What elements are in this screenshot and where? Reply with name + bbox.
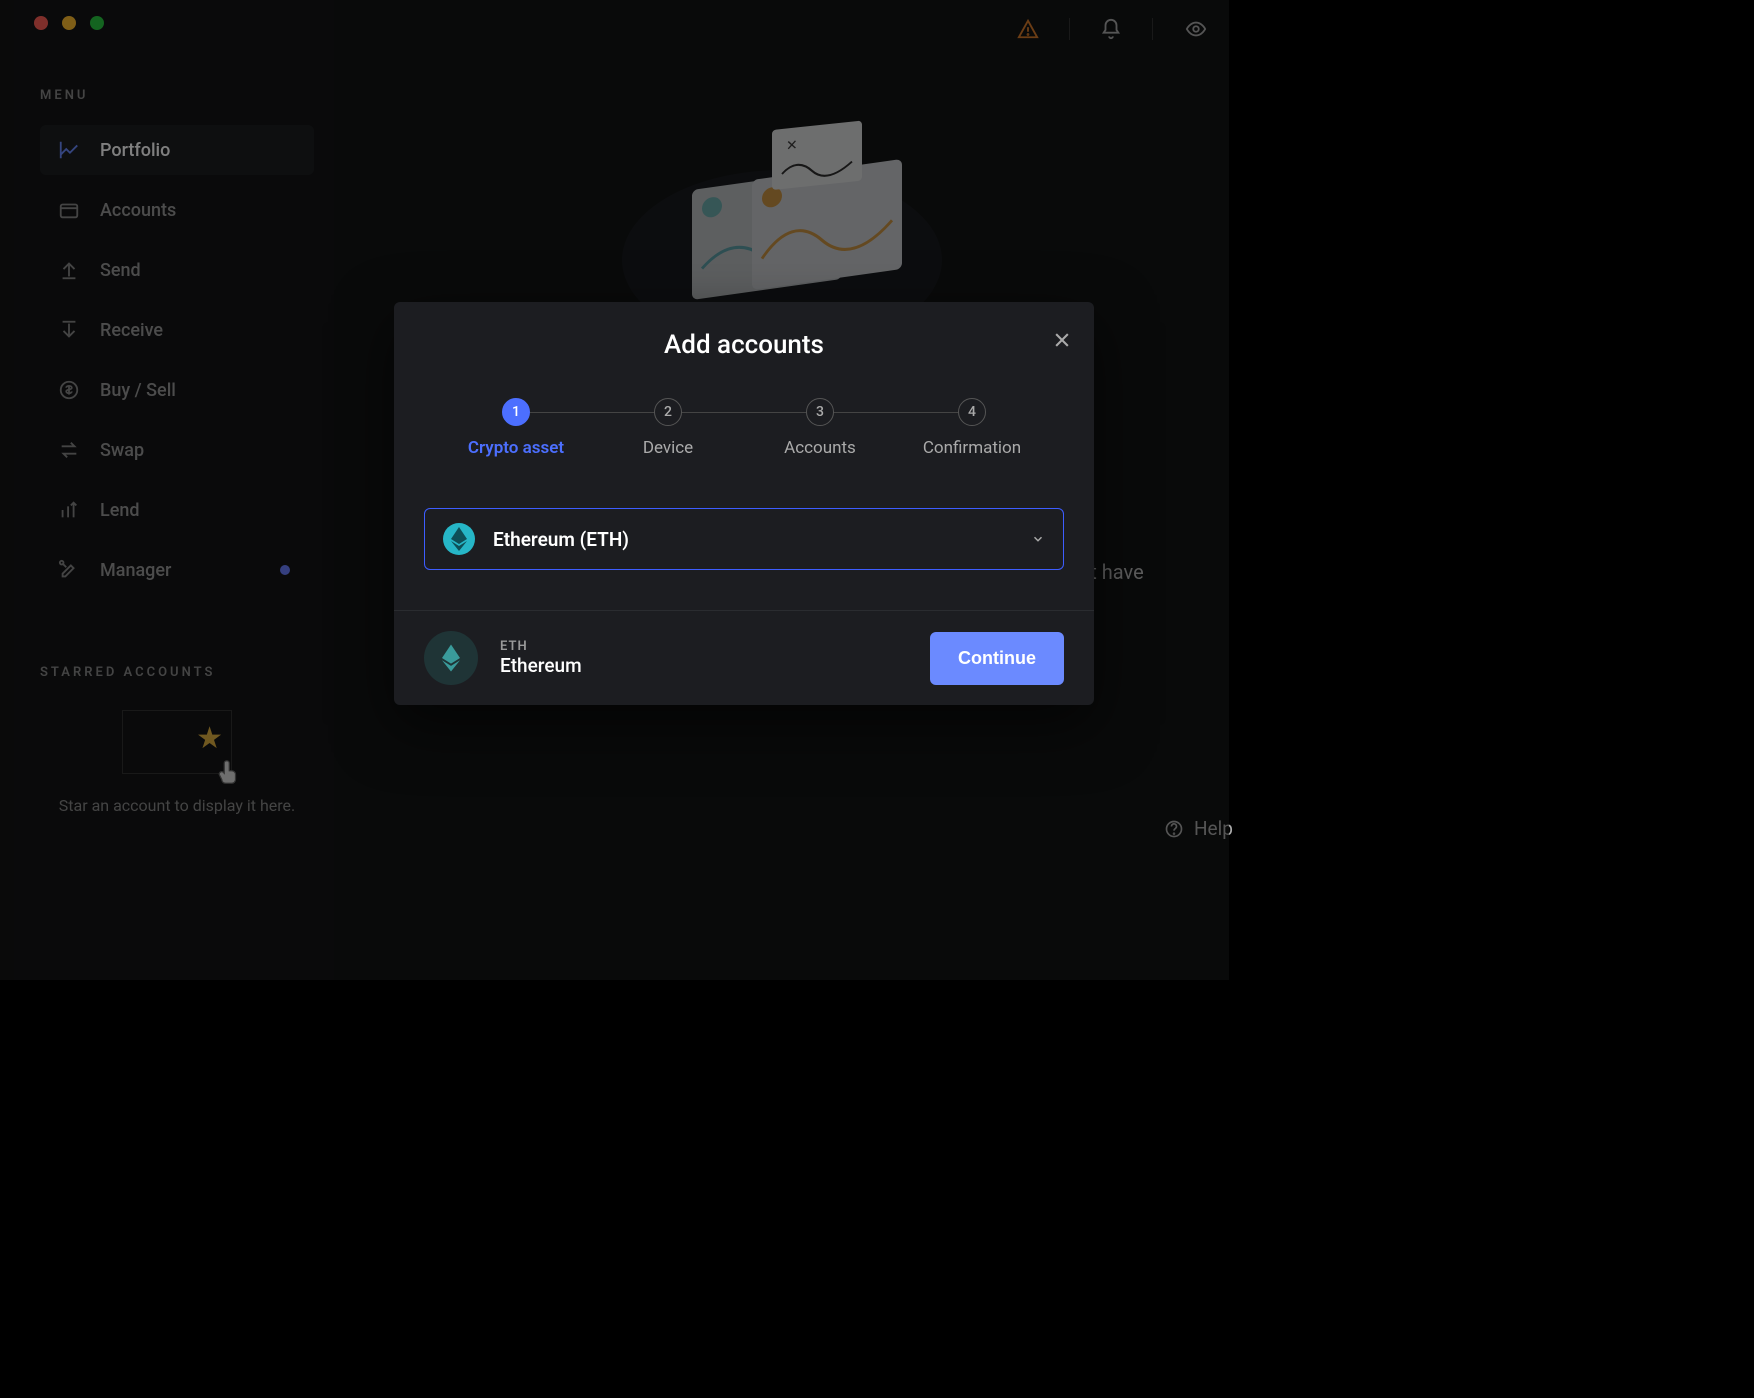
sidebar-item-accounts[interactable]: Accounts [40,185,314,235]
step-number: 1 [502,398,530,426]
sidebar-item-manager[interactable]: Manager [40,545,314,595]
sidebar-item-swap[interactable]: Swap [40,425,314,475]
selected-asset-label: Ethereum (ETH) [493,528,1013,551]
swap-icon [58,439,80,461]
sidebar-item-label: Send [100,260,141,281]
window-close-button[interactable] [34,16,48,30]
step-device: 2 Device [592,398,744,458]
svg-text:✕: ✕ [786,137,798,154]
sidebar-item-label: Buy / Sell [100,380,176,401]
help-label: Help [1194,817,1233,840]
starred-empty-illustration: ★ Star an account to display it here. [40,710,314,818]
step-number: 2 [654,398,682,426]
step-label: Accounts [784,438,856,458]
step-label: Confirmation [923,438,1021,458]
step-confirmation: 4 Confirmation [896,398,1048,458]
sidebar-item-receive[interactable]: Receive [40,305,314,355]
chevron-down-icon [1031,532,1045,546]
sidebar-item-label: Lend [100,500,140,521]
ethereum-icon [443,523,475,555]
sidebar: MENU Portfolio Accounts Send Receive [14,0,334,980]
sidebar-item-send[interactable]: Send [40,245,314,295]
window-minimize-button[interactable] [62,16,76,30]
window-traffic-lights [34,16,104,30]
star-icon: ★ [196,721,223,756]
crypto-asset-select[interactable]: Ethereum (ETH) [424,508,1064,570]
topbar [1017,18,1209,40]
step-number: 4 [958,398,986,426]
app-window: MENU Portfolio Accounts Send Receive [14,0,1229,980]
sidebar-item-label: Accounts [100,200,176,221]
asset-name: Ethereum [500,654,582,677]
bell-icon[interactable] [1100,18,1122,40]
chart-line-icon [58,139,80,161]
pointer-hand-icon [213,757,243,787]
sidebar-item-portfolio[interactable]: Portfolio [40,125,314,175]
modal-footer: ETH Ethereum Continue [394,610,1094,705]
help-icon [1164,819,1184,839]
sidebar-item-lend[interactable]: Lend [40,485,314,535]
wallet-icon [58,199,80,221]
close-icon[interactable] [1052,330,1072,350]
asset-ticker: ETH [500,639,582,654]
topbar-separator [1152,18,1153,40]
sidebar-item-label: Receive [100,320,163,341]
bars-icon [58,499,80,521]
sidebar-item-label: Portfolio [100,140,170,161]
help-link[interactable]: Help [1164,817,1233,840]
starred-heading: STARRED ACCOUNTS [40,665,314,680]
step-label: Crypto asset [468,438,564,458]
starred-empty-text: Star an account to display it here. [59,794,295,818]
dollar-icon [58,379,80,401]
step-label: Device [643,438,693,458]
sidebar-item-label: Manager [100,560,171,581]
stepper: 1 Crypto asset 2 Device 3 Accounts 4 Con… [394,370,1094,468]
step-crypto-asset: 1 Crypto asset [440,398,592,458]
menu-heading: MENU [40,88,314,103]
modal-title: Add accounts [414,330,1074,360]
sidebar-item-buy-sell[interactable]: Buy / Sell [40,365,314,415]
window-maximize-button[interactable] [90,16,104,30]
step-accounts: 3 Accounts [744,398,896,458]
partial-left-strip [0,0,14,980]
ethereum-icon [424,631,478,685]
eye-icon[interactable] [1183,18,1209,40]
warning-icon[interactable] [1017,18,1039,40]
arrow-down-icon [58,319,80,341]
step-number: 3 [806,398,834,426]
topbar-separator [1069,18,1070,40]
tools-icon [58,559,80,581]
arrow-up-icon [58,259,80,281]
continue-button[interactable]: Continue [930,632,1064,685]
add-accounts-modal: Add accounts 1 Crypto asset 2 Device 3 A… [394,302,1094,705]
sidebar-item-label: Swap [100,440,144,461]
update-dot-icon [280,565,290,575]
portfolio-illustration: ✕ [572,120,992,320]
